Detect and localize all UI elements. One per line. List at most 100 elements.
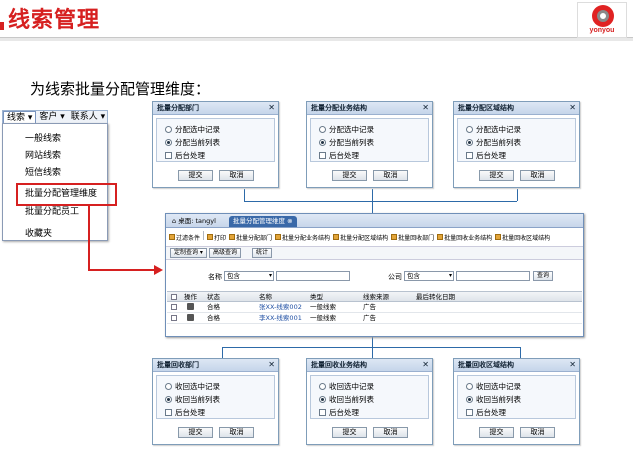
cell-name-link[interactable]: 李XX-线索001	[259, 313, 302, 323]
close-icon[interactable]: ✕	[569, 102, 576, 114]
toolbar-assign-business[interactable]: 批量分配业务结构	[275, 231, 330, 243]
radio-icon[interactable]	[319, 383, 326, 390]
checkbox-icon[interactable]	[466, 152, 473, 159]
custom-query-button[interactable]: 定制查询 ▾	[170, 248, 207, 258]
option-background[interactable]: 后台处理	[466, 150, 506, 161]
menu-item-web-leads[interactable]: 网站线索	[25, 148, 61, 161]
tab-home[interactable]: ⌂ 桌面: tangyl	[168, 216, 220, 227]
submit-button[interactable]: 提交	[332, 427, 367, 438]
option-selected-records[interactable]: 分配选中记录	[319, 124, 374, 135]
col-source[interactable]: 线索来源	[363, 292, 389, 302]
option-current-list[interactable]: 收回当前列表	[165, 394, 220, 405]
col-action[interactable]: 操作	[184, 292, 197, 302]
option-selected-records[interactable]: 收回选中记录	[165, 381, 220, 392]
row-checkbox[interactable]	[171, 304, 177, 310]
col-last-converted[interactable]: 最后转化日期	[416, 292, 455, 302]
close-icon[interactable]: ✕	[422, 359, 429, 371]
toolbar-filter[interactable]: 过滤条件	[169, 231, 200, 243]
col-type[interactable]: 类型	[310, 292, 323, 302]
checkbox-icon[interactable]	[165, 409, 172, 416]
col-status[interactable]: 状态	[207, 292, 220, 302]
radio-icon[interactable]	[466, 396, 473, 403]
close-icon[interactable]: ✕	[268, 102, 275, 114]
option-background[interactable]: 后台处理	[165, 407, 205, 418]
cancel-button[interactable]: 取消	[219, 170, 254, 181]
toolbar-assign-dept[interactable]: 批量分配部门	[229, 231, 272, 243]
submit-button[interactable]: 提交	[178, 170, 213, 181]
option-current-list[interactable]: 分配当前列表	[165, 137, 220, 148]
radio-icon[interactable]	[466, 383, 473, 390]
menu-contacts[interactable]: 联系人 ▾	[68, 111, 108, 123]
submit-button[interactable]: 提交	[479, 427, 514, 438]
option-background[interactable]: 后台处理	[165, 150, 205, 161]
radio-icon[interactable]	[165, 139, 172, 146]
cancel-button[interactable]: 取消	[520, 170, 555, 181]
option-label: 收回当前列表	[175, 395, 220, 404]
row-checkbox[interactable]	[171, 315, 177, 321]
menu-item-general-leads[interactable]: 一般线索	[25, 131, 61, 144]
toolbar-recall-dept[interactable]: 批量回收部门	[391, 231, 434, 243]
name-input[interactable]	[276, 271, 350, 281]
close-icon[interactable]: ✕	[569, 359, 576, 371]
menu-item-sms-leads[interactable]: 短信线索	[25, 165, 61, 178]
select-all-checkbox[interactable]	[171, 294, 177, 300]
advanced-query-button[interactable]: 高级查询	[209, 248, 242, 258]
close-icon[interactable]: ✕	[268, 359, 275, 371]
query-button[interactable]: 查询	[533, 271, 554, 281]
edit-icon[interactable]	[187, 314, 194, 321]
toolbar-assign-region[interactable]: 批量分配区域结构	[333, 231, 388, 243]
cancel-button[interactable]: 取消	[373, 427, 408, 438]
checkbox-icon[interactable]	[466, 409, 473, 416]
assign-icon	[275, 234, 282, 240]
table-row[interactable]: 合格 李XX-线索001 一般线索 广告	[167, 313, 582, 324]
table-row[interactable]: 合格 张XX-线索002 一般线索 广告	[167, 302, 582, 313]
submit-button[interactable]: 提交	[178, 427, 213, 438]
radio-icon[interactable]	[165, 383, 172, 390]
tab-batch-assign[interactable]: 批量分配管理维度 ⊗	[229, 216, 297, 227]
option-current-list[interactable]: 收回当前列表	[466, 394, 521, 405]
radio-icon[interactable]	[319, 396, 326, 403]
option-background[interactable]: 后台处理	[466, 407, 506, 418]
menu-customers[interactable]: 客户 ▾	[36, 111, 67, 123]
toolbar-print[interactable]: 打印	[207, 231, 226, 243]
menu-leads[interactable]: 线索 ▾	[3, 111, 37, 123]
option-current-list[interactable]: 收回当前列表	[319, 394, 374, 405]
toolbar-recall-region[interactable]: 批量回收区域结构	[495, 231, 550, 243]
checkbox-icon[interactable]	[319, 152, 326, 159]
option-selected-records[interactable]: 收回选中记录	[466, 381, 521, 392]
option-selected-records[interactable]: 分配选中记录	[466, 124, 521, 135]
checkbox-icon[interactable]	[165, 152, 172, 159]
toolbar-recall-business[interactable]: 批量回收业务结构	[437, 231, 492, 243]
menu-item-favorites[interactable]: 收藏夹	[25, 226, 52, 239]
col-name[interactable]: 名称	[259, 292, 272, 302]
cancel-button[interactable]: 取消	[373, 170, 408, 181]
option-current-list[interactable]: 分配当前列表	[466, 137, 521, 148]
cancel-button[interactable]: 取消	[219, 427, 254, 438]
dialog-options: 收回选中记录 收回当前列表 后台处理	[310, 375, 429, 419]
option-background[interactable]: 后台处理	[319, 407, 359, 418]
tab-close-icon[interactable]: ⊗	[287, 217, 292, 225]
radio-icon[interactable]	[466, 139, 473, 146]
company-operator-select[interactable]: 包含 ▾	[404, 271, 454, 281]
name-operator-select[interactable]: 包含 ▾	[224, 271, 274, 281]
option-label: 收回选中记录	[329, 382, 374, 391]
cancel-button[interactable]: 取消	[520, 427, 555, 438]
option-selected-records[interactable]: 收回选中记录	[319, 381, 374, 392]
edit-icon[interactable]	[187, 303, 194, 310]
main-window: ⌂ 桌面: tangyl 批量分配管理维度 ⊗ 过滤条件 打印 批量分配部门 批…	[165, 213, 584, 337]
statistics-button[interactable]: 统计	[252, 248, 273, 258]
cell-name-link[interactable]: 张XX-线索002	[259, 302, 302, 312]
radio-icon[interactable]	[319, 126, 326, 133]
close-icon[interactable]: ✕	[422, 102, 429, 114]
option-background[interactable]: 后台处理	[319, 150, 359, 161]
option-current-list[interactable]: 分配当前列表	[319, 137, 374, 148]
checkbox-icon[interactable]	[319, 409, 326, 416]
option-selected-records[interactable]: 分配选中记录	[165, 124, 220, 135]
company-input[interactable]	[456, 271, 530, 281]
radio-icon[interactable]	[466, 126, 473, 133]
radio-icon[interactable]	[165, 126, 172, 133]
radio-icon[interactable]	[319, 139, 326, 146]
submit-button[interactable]: 提交	[479, 170, 514, 181]
radio-icon[interactable]	[165, 396, 172, 403]
submit-button[interactable]: 提交	[332, 170, 367, 181]
